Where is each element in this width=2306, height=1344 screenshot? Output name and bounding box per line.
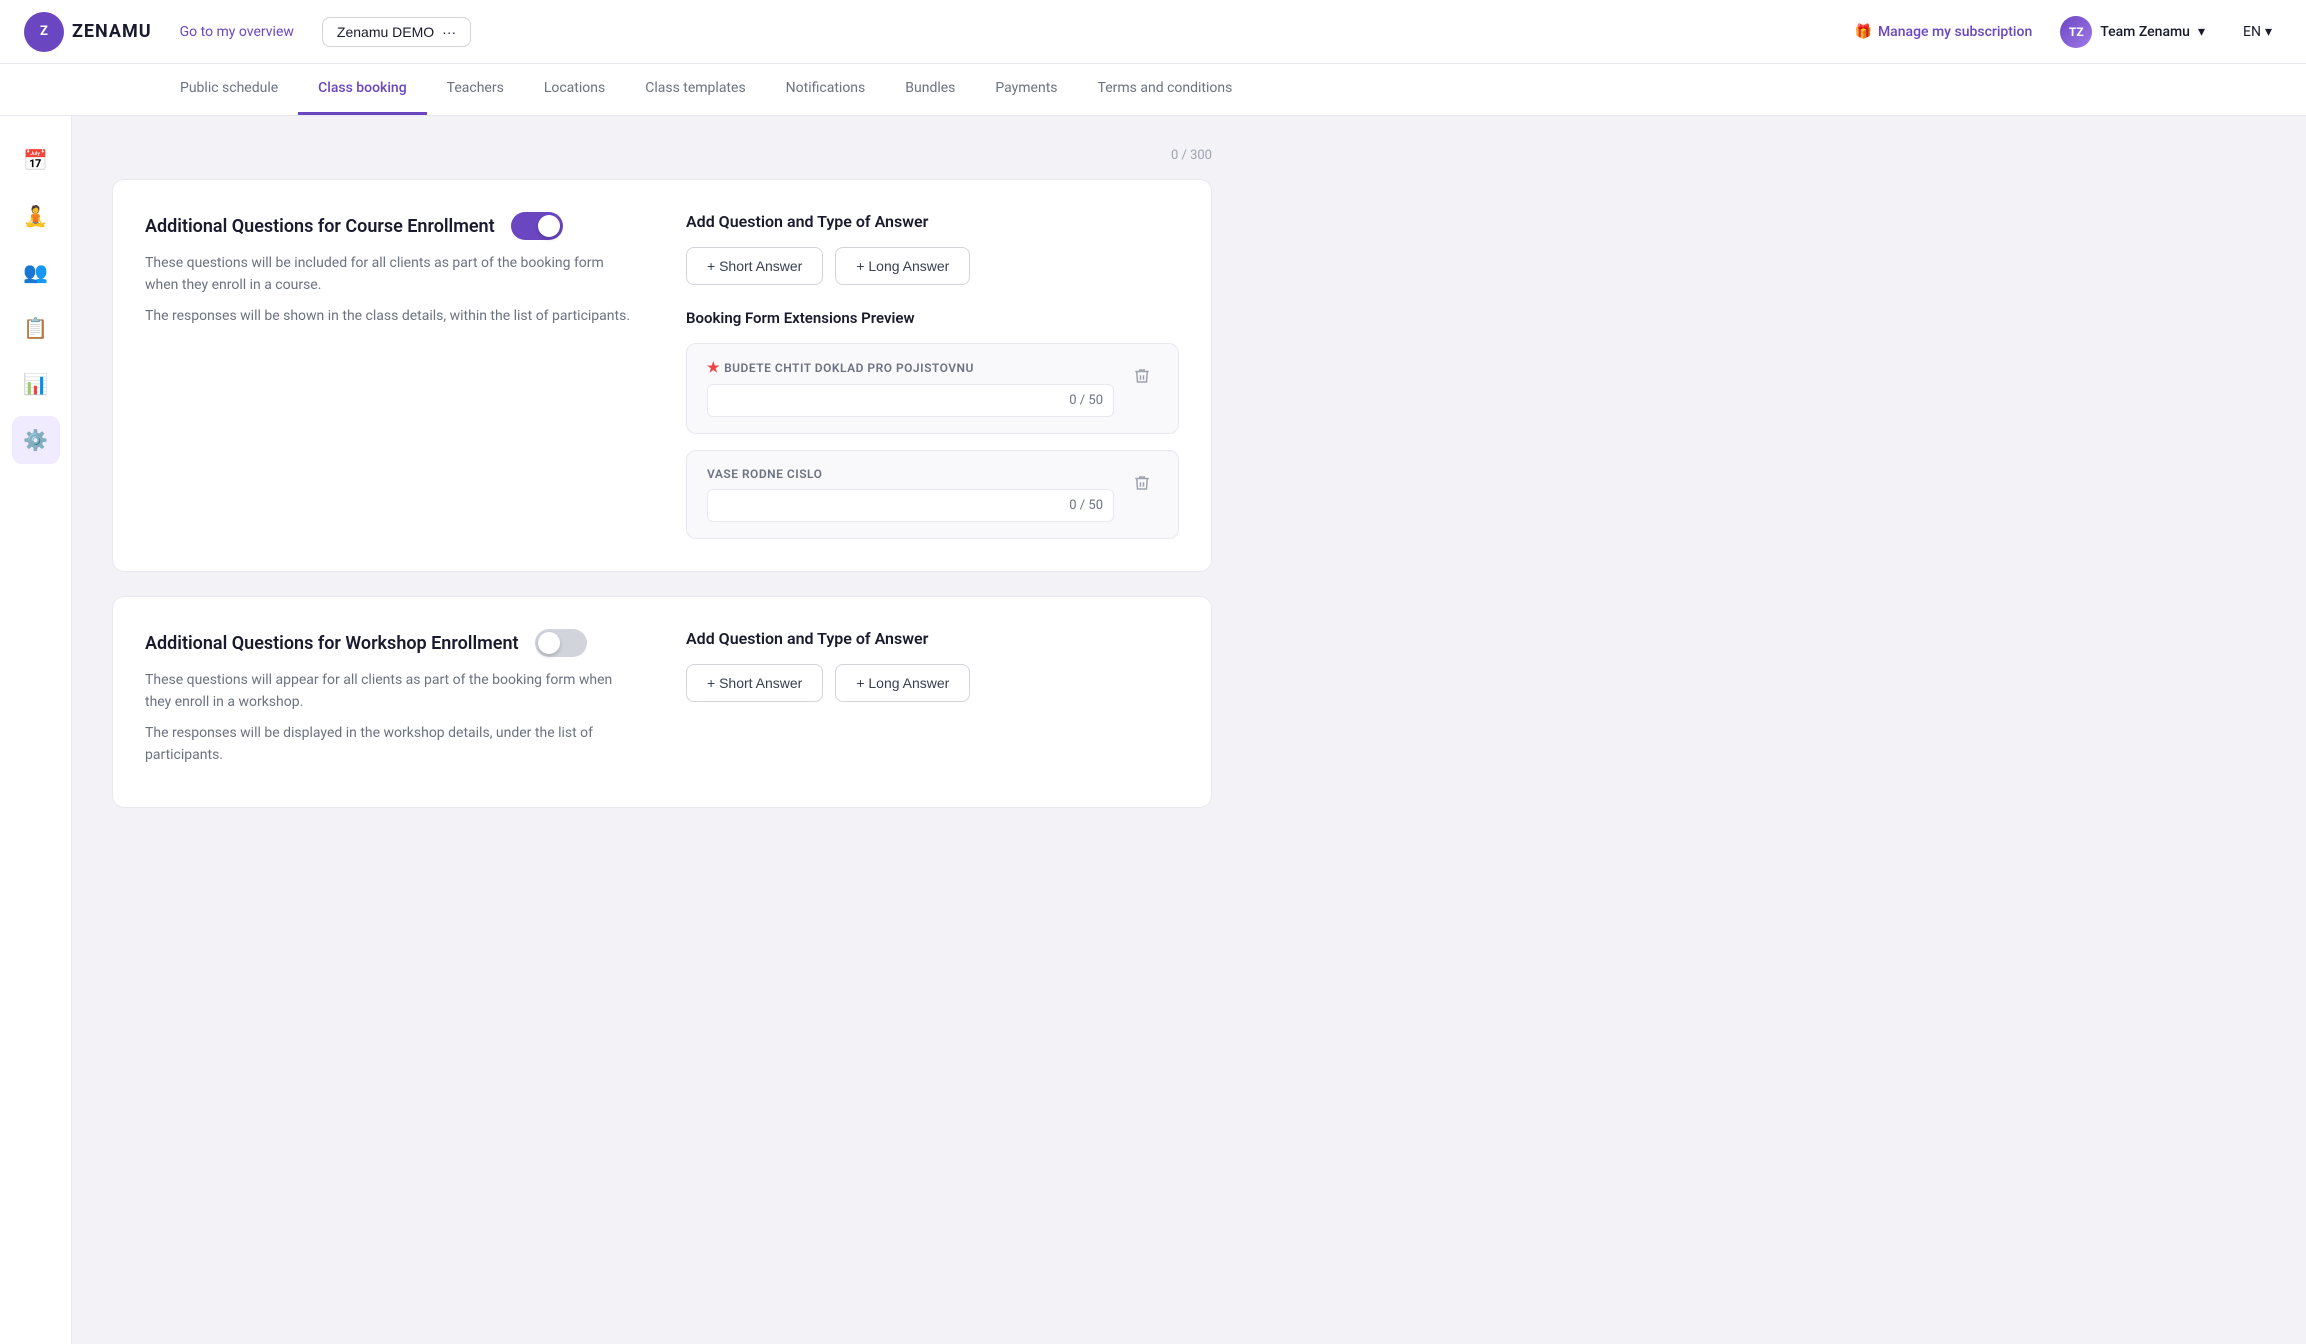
course-preview-title: Booking Form Extensions Preview [686,309,1179,327]
workshop-toggle[interactable] [535,629,587,657]
calendar-icon: 📅 [23,148,48,172]
workshop-toggle-track [535,629,587,657]
chevron-down-icon: ▾ [2265,24,2272,40]
gift-icon: 🎁 [1855,24,1872,40]
course-section-title: Additional Questions for Course Enrollme… [145,212,638,240]
team-button[interactable]: TZ Team Zenamu ▾ [2048,10,2217,54]
workshop-section-desc: These questions will appear for all clie… [145,669,638,767]
course-section-row: Additional Questions for Course Enrollme… [145,212,1179,539]
logo-icon: Z [24,12,64,52]
tab-class-booking[interactable]: Class booking [298,64,427,115]
question-card-1: ★ BUDETE CHTIT DOKLAD PRO POJISTOVNU 0 /… [686,343,1179,434]
course-preview-questions: ★ BUDETE CHTIT DOKLAD PRO POJISTOVNU 0 /… [686,343,1179,539]
sidebar-item-analytics[interactable]: 📊 [12,360,60,408]
workshop-section-row: Additional Questions for Workshop Enroll… [145,629,1179,775]
workshop-enrollment-section: Additional Questions for Workshop Enroll… [112,596,1212,808]
question-input-1: 0 / 50 [707,384,1114,417]
more-icon: ··· [442,24,456,40]
course-toggle-track [511,212,563,240]
reports-icon: 📋 [23,316,48,340]
required-star-1: ★ [707,360,720,376]
delete-question-2-btn[interactable] [1126,467,1158,499]
sidebar-item-clients[interactable]: 🧘 [12,192,60,240]
subscription-link[interactable]: 🎁 Manage my subscription [1855,24,2033,40]
tab-class-templates[interactable]: Class templates [625,64,765,115]
course-section-right: Add Question and Type of Answer + Short … [686,212,1179,539]
workshop-section-left: Additional Questions for Workshop Enroll… [145,629,638,775]
workshop-section-title: Additional Questions for Workshop Enroll… [145,629,638,657]
team-avatar: TZ [2060,16,2092,48]
sidebar-item-settings[interactable]: ⚙️ [12,416,60,464]
tab-teachers[interactable]: Teachers [427,64,524,115]
tab-public-schedule[interactable]: Public schedule [160,64,298,115]
layout: 📅 🧘 👥 📋 📊 ⚙️ 0 / 300 [0,116,2306,1344]
delete-question-1-btn[interactable] [1126,360,1158,392]
counter-row: 0 / 300 [112,148,1212,163]
workshop-long-answer-btn[interactable]: + Long Answer [835,664,970,702]
workshop-short-answer-btn[interactable]: + Short Answer [686,664,823,702]
sidebar: 📅 🧘 👥 📋 📊 ⚙️ [0,116,72,1344]
counter-value: 0 / 300 [1171,148,1212,163]
question-input-2: 0 / 50 [707,489,1114,522]
question-inner-1: ★ BUDETE CHTIT DOKLAD PRO POJISTOVNU 0 /… [707,360,1114,417]
overview-link[interactable]: Go to my overview [168,18,306,46]
question-label-1: ★ BUDETE CHTIT DOKLAD PRO POJISTOVNU [707,360,1114,376]
workshop-toggle-thumb [538,632,560,654]
workshop-add-question-btns: + Short Answer + Long Answer [686,664,1179,702]
course-toggle-thumb [538,215,560,237]
content-area: 0 / 300 Additional Questions for Course … [72,116,1372,864]
course-section-desc: These questions will be included for all… [145,252,638,327]
workshop-section-right: Add Question and Type of Answer + Short … [686,629,1179,775]
course-long-answer-btn[interactable]: + Long Answer [835,247,970,285]
tab-bundles[interactable]: Bundles [885,64,975,115]
tab-payments[interactable]: Payments [975,64,1077,115]
main-content: 0 / 300 Additional Questions for Course … [72,116,2306,1344]
settings-icon: ⚙️ [23,428,48,452]
tab-notifications[interactable]: Notifications [766,64,886,115]
team-icon: 👥 [23,260,48,284]
question-card-2: VASE RODNE CISLO 0 / 50 [686,450,1179,539]
language-button[interactable]: EN ▾ [2233,18,2282,46]
question-label-2: VASE RODNE CISLO [707,467,1114,481]
chevron-down-icon: ▾ [2198,24,2205,40]
course-section-left: Additional Questions for Course Enrollme… [145,212,638,539]
analytics-icon: 📊 [23,372,48,396]
course-short-answer-btn[interactable]: + Short Answer [686,247,823,285]
tab-locations[interactable]: Locations [524,64,625,115]
topbar: Z ZENAMU Go to my overview Zenamu DEMO ·… [0,0,2306,64]
logo[interactable]: Z ZENAMU [24,12,152,52]
course-enrollment-section: Additional Questions for Course Enrollme… [112,179,1212,572]
nav-tabs: Public schedule Class booking Teachers L… [0,64,2306,116]
logo-text: ZENAMU [72,21,152,42]
clients-icon: 🧘 [23,204,48,228]
demo-button[interactable]: Zenamu DEMO ··· [322,17,471,47]
course-add-question-title: Add Question and Type of Answer [686,212,1179,231]
sidebar-item-calendar[interactable]: 📅 [12,136,60,184]
question-inner-2: VASE RODNE CISLO 0 / 50 [707,467,1114,522]
sidebar-item-reports[interactable]: 📋 [12,304,60,352]
tab-terms-conditions[interactable]: Terms and conditions [1078,64,1253,115]
workshop-add-question-title: Add Question and Type of Answer [686,629,1179,648]
sidebar-item-team[interactable]: 👥 [12,248,60,296]
course-toggle[interactable] [511,212,563,240]
course-add-question-btns: + Short Answer + Long Answer [686,247,1179,285]
